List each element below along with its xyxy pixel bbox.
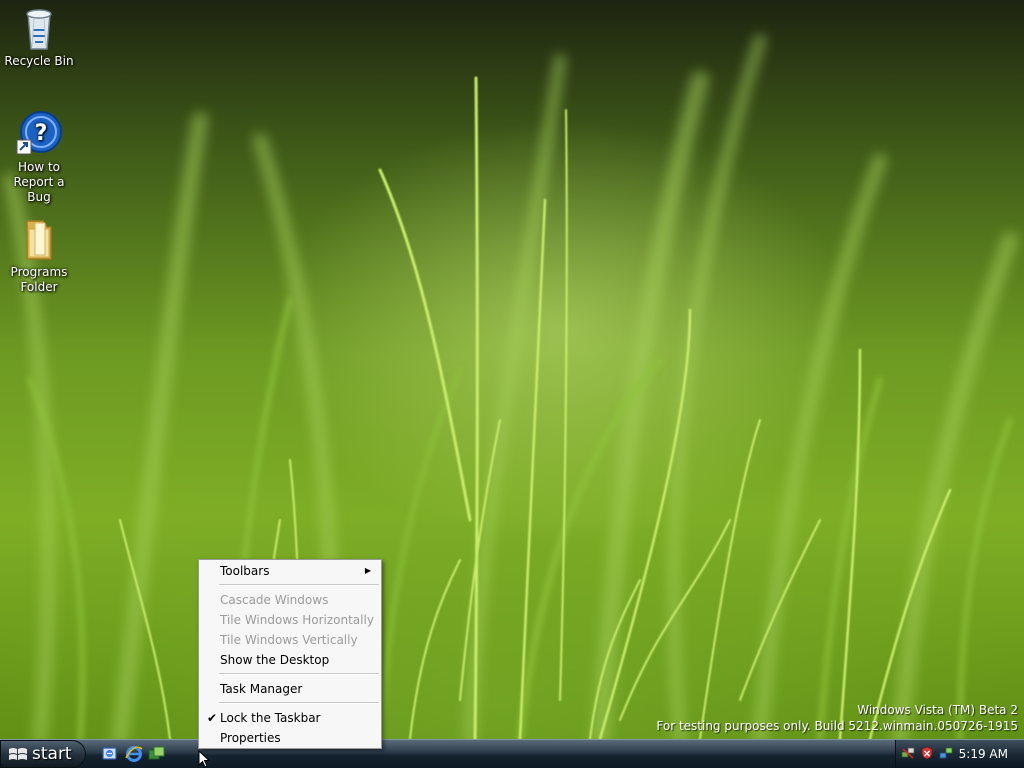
submenu-arrow-icon: ▶ [364, 566, 371, 575]
taskbar[interactable]: start 5:19 AM [0, 739, 1024, 768]
desktop[interactable]: Recycle Bin ? How to Report a Bug Progra… [0, 0, 1024, 739]
menu-item-label: Task Manager [220, 682, 303, 696]
switch-windows-icon[interactable] [148, 745, 166, 763]
notification-area: 5:19 AM [895, 740, 1024, 768]
connection-icon[interactable] [939, 746, 953, 760]
watermark-build: For testing purposes only. Build 5212.wi… [656, 719, 1018, 733]
menu-item-tile-horizontally[interactable]: Tile Windows Horizontally [201, 610, 379, 630]
folder-icon [26, 220, 52, 260]
menu-item-show-desktop[interactable]: Show the Desktop [201, 650, 379, 670]
menu-separator [219, 584, 379, 586]
build-watermark: Windows Vista (TM) Beta 2 For testing pu… [656, 702, 1018, 734]
desktop-icon-label: How to Report a Bug [13, 160, 65, 204]
menu-separator [219, 673, 379, 675]
menu-item-label: Lock the Taskbar [220, 711, 321, 725]
security-shield-icon[interactable] [920, 746, 934, 760]
desktop-icon-recycle-bin[interactable]: Recycle Bin [0, 4, 78, 69]
menu-item-label: Toolbars [220, 564, 270, 578]
start-button[interactable]: start [0, 740, 86, 768]
desktop-icon-label: Recycle Bin [4, 54, 74, 68]
clock[interactable]: 5:19 AM [959, 740, 1008, 768]
help-icon: ? [16, 111, 62, 155]
menu-separator [219, 702, 379, 704]
svg-text:?: ? [35, 121, 48, 146]
network-icon[interactable] [901, 746, 915, 760]
desktop-icon-label: Programs Folder [10, 265, 68, 294]
windows-flag-icon [9, 748, 27, 760]
desktop-icon-programs-folder[interactable]: Programs Folder [0, 215, 78, 295]
desktop-icon-report-bug[interactable]: ? How to Report a Bug [0, 110, 78, 205]
menu-item-cascade-windows[interactable]: Cascade Windows [201, 590, 379, 610]
menu-item-label: Tile Windows Vertically [220, 633, 358, 647]
grass-wallpaper [3, 34, 1018, 739]
recycle-bin-icon [26, 9, 52, 50]
menu-item-label: Cascade Windows [220, 593, 329, 607]
menu-item-properties[interactable]: Properties [201, 728, 379, 748]
menu-item-label: Show the Desktop [220, 653, 330, 667]
menu-item-task-manager[interactable]: Task Manager [201, 679, 379, 699]
checkmark-icon: ✔ [207, 711, 218, 725]
show-desktop-icon[interactable] [101, 745, 119, 763]
menu-item-lock-taskbar[interactable]: ✔ Lock the Taskbar [201, 708, 379, 728]
mouse-cursor-icon [198, 750, 210, 768]
menu-item-toolbars[interactable]: Toolbars ▶ [201, 561, 379, 581]
start-label: start [32, 744, 72, 764]
menu-item-tile-vertically[interactable]: Tile Windows Vertically [201, 630, 379, 650]
taskbar-context-menu: Toolbars ▶ Cascade Windows Tile Windows … [198, 559, 382, 749]
menu-item-label: Properties [220, 731, 281, 745]
menu-item-label: Tile Windows Horizontally [220, 613, 374, 627]
watermark-title: Windows Vista (TM) Beta 2 [857, 703, 1018, 717]
internet-explorer-icon[interactable] [125, 745, 143, 763]
